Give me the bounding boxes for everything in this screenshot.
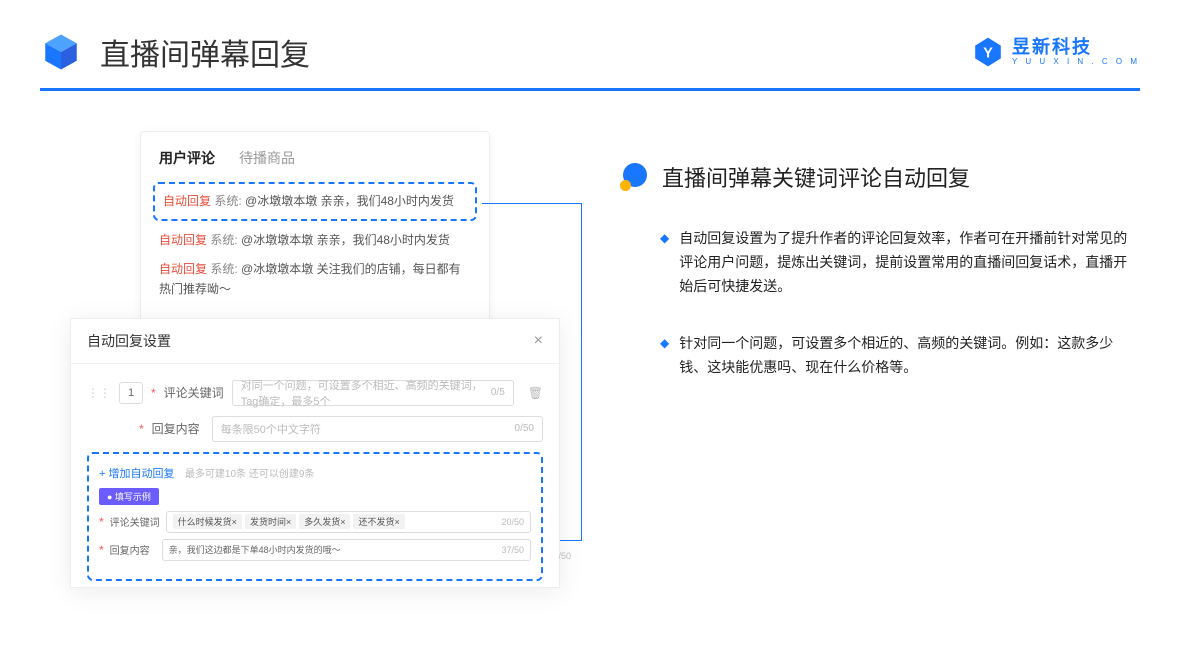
svg-text:Y: Y [983, 46, 993, 62]
diamond-icon: ◆ [660, 332, 669, 380]
highlighted-comment: 自动回复 系统: @冰墩墩本墩 亲亲，我们48小时内发货 [153, 182, 477, 221]
example-content-label: 回复内容 [110, 542, 156, 557]
example-content-text: 亲，我们这边都是下单48小时内发货的哦～ [169, 543, 341, 556]
section-title: 直播间弹幕关键词评论自动回复 [662, 161, 970, 193]
comment-text: @冰墩墩本墩 亲亲，我们48小时内发货 [241, 233, 450, 247]
keyword-label: 评论关键词 [164, 384, 224, 401]
keyword-chip[interactable]: 什么时候发货× [173, 514, 242, 529]
keyword-input[interactable]: 对同一个问题，可设置多个相近、高频的关键词，Tag确定，最多5个 0/5 [232, 380, 514, 406]
left-column: 用户评论 待播商品 自动回复 系统: @冰墩墩本墩 亲亲，我们48小时内发货 自… [70, 131, 560, 588]
page-title: 直播间弹幕回复 [100, 30, 310, 74]
connector-line [581, 203, 582, 541]
input-counter: 20/50 [501, 517, 524, 527]
keyword-chip[interactable]: 还不发货× [353, 514, 404, 529]
comment-line: 自动回复 系统: @冰墩墩本墩 亲亲，我们48小时内发货 [159, 231, 471, 250]
auto-reply-tag: 自动回复 [163, 194, 211, 208]
input-counter: 37/50 [501, 545, 524, 555]
example-content-row: * 回复内容 亲，我们这边都是下单48小时内发货的哦～ 37/50 [99, 539, 531, 561]
right-column: 直播间弹幕关键词评论自动回复 ◆ 自动回复设置为了提升作者的评论回复效率，作者可… [620, 131, 1140, 588]
content-label: 回复内容 [152, 420, 204, 437]
keyword-row: ⋮⋮ 1 * 评论关键词 对同一个问题，可设置多个相近、高频的关键词，Tag确定… [87, 380, 543, 406]
connector-line [482, 203, 582, 204]
content-input[interactable]: 每条限50个中文字符 0/50 [212, 416, 543, 442]
row-number: 1 [119, 382, 143, 404]
example-content-input[interactable]: 亲，我们这边都是下单48小时内发货的哦～ 37/50 [162, 539, 531, 561]
required-indicator: * [99, 543, 104, 557]
tab-user-comments[interactable]: 用户评论 [159, 148, 215, 168]
example-keyword-label: 评论关键词 [110, 514, 160, 529]
add-auto-reply-link[interactable]: + 增加自动回复 [99, 468, 174, 480]
settings-title: 自动回复设置 [87, 331, 171, 351]
delete-icon[interactable]: 🗑 [528, 386, 543, 400]
drag-handle-icon[interactable]: ⋮⋮ [87, 386, 111, 400]
example-block: + 增加自动回复 最多可建10条 还可以创建9条 ● 填写示例 * 评论关键词 … [87, 452, 543, 581]
comments-card: 用户评论 待播商品 自动回复 系统: @冰墩墩本墩 亲亲，我们48小时内发货 自… [140, 131, 490, 328]
example-keyword-input[interactable]: 什么时候发货× 发货时间× 多久发货× 还不发货× 20/50 [166, 511, 531, 533]
system-label: 系统: [214, 194, 241, 208]
input-counter: 0/50 [515, 423, 534, 434]
placeholder-text: 每条限50个中文字符 [221, 421, 321, 437]
bullet-text: 针对同一个问题，可设置多个相近的、高频的关键词。例如：这款多少钱、这块能优惠吗、… [679, 332, 1140, 380]
auto-reply-tag: 自动回复 [159, 233, 207, 247]
required-indicator: * [139, 422, 144, 436]
close-button[interactable]: × [534, 332, 543, 350]
extra-counter: /50 [558, 551, 571, 561]
example-keyword-row: * 评论关键词 什么时候发货× 发货时间× 多久发货× 还不发货× 20/50 [99, 511, 531, 533]
system-label: 系统: [210, 233, 237, 247]
input-counter: 0/5 [491, 387, 505, 398]
comment-text: @冰墩墩本墩 亲亲，我们48小时内发货 [245, 194, 454, 208]
bullet-text: 自动回复设置为了提升作者的评论回复效率，作者可在开播前针对常见的评论用户问题，提… [679, 227, 1140, 298]
bullet-item: ◆ 针对同一个问题，可设置多个相近的、高频的关键词。例如：这款多少钱、这块能优惠… [620, 332, 1140, 380]
logo-subtext: Y U U X I N . C O M [1012, 58, 1140, 66]
add-note-text: 最多可建10条 还可以创建9条 [185, 469, 314, 480]
bullet-item: ◆ 自动回复设置为了提升作者的评论回复效率，作者可在开播前针对常见的评论用户问题… [620, 227, 1140, 298]
logo-text: 昱新科技 [1012, 38, 1140, 56]
required-indicator: * [151, 386, 156, 400]
comments-tabs: 用户评论 待播商品 [159, 148, 471, 168]
bubble-icon [620, 163, 648, 191]
comment-line: 自动回复 系统: @冰墩墩本墩 亲亲，我们48小时内发货 [163, 192, 467, 211]
required-indicator: * [99, 515, 104, 529]
placeholder-text: 对同一个问题，可设置多个相近、高频的关键词，Tag确定，最多5个 [241, 377, 491, 409]
logo-icon: Y [972, 36, 1004, 68]
content-row: * 回复内容 每条限50个中文字符 0/50 [87, 416, 543, 442]
tab-pending-products[interactable]: 待播商品 [239, 148, 295, 168]
diamond-icon: ◆ [660, 227, 669, 298]
keyword-chip[interactable]: 多久发货× [299, 514, 350, 529]
settings-header: 自动回复设置 × [71, 319, 559, 364]
auto-reply-tag: 自动回复 [159, 262, 207, 276]
keyword-chip[interactable]: 发货时间× [245, 514, 296, 529]
auto-reply-settings-panel: 自动回复设置 × ⋮⋮ 1 * 评论关键词 对同一个问题，可设置多个相近、高频的… [70, 318, 560, 588]
comment-line: 自动回复 系统: @冰墩墩本墩 关注我们的店铺，每日都有热门推荐呦～ [159, 260, 471, 298]
page-header: 直播间弹幕回复 Y 昱新科技 Y U U X I N . C O M [0, 0, 1180, 74]
system-label: 系统: [210, 262, 237, 276]
brand-logo: Y 昱新科技 Y U U X I N . C O M [972, 36, 1140, 68]
example-badge: ● 填写示例 [99, 488, 159, 505]
cube-icon [40, 31, 82, 73]
section-title-row: 直播间弹幕关键词评论自动回复 [620, 161, 1140, 193]
